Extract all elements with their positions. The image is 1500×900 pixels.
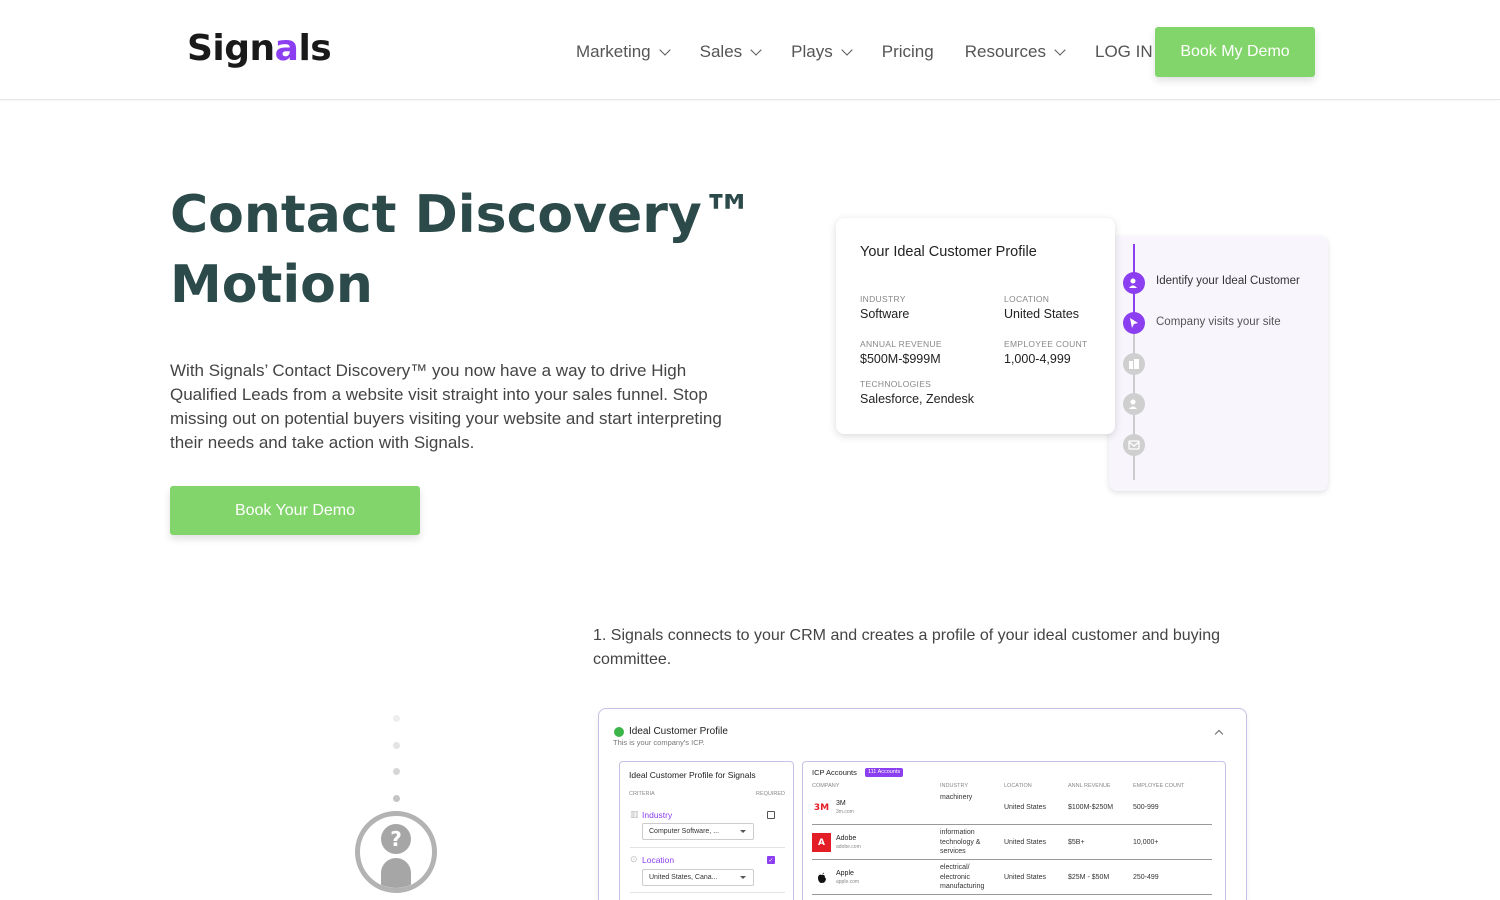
location-value: United States bbox=[1004, 307, 1080, 321]
technologies-value: Salesforce, Zendesk bbox=[860, 392, 974, 406]
nav-plays[interactable]: Plays bbox=[791, 42, 853, 62]
employee-count-label: EMPLOYEE COUNT bbox=[1004, 339, 1088, 349]
required-column-header: REQUIRED bbox=[756, 791, 786, 797]
location-required-checkbox[interactable]: ✓ bbox=[767, 856, 775, 864]
column-header: INDUSTRY bbox=[940, 783, 969, 789]
column-header: EMPLOYEE COUNT bbox=[1133, 783, 1185, 789]
book-your-demo-button[interactable]: Book Your Demo bbox=[170, 486, 420, 535]
building-icon: ▥ bbox=[630, 810, 639, 820]
nav-login[interactable]: LOG IN bbox=[1095, 42, 1153, 62]
timeline-step-label: Company visits your site bbox=[1156, 316, 1281, 328]
page-title: Contact Discovery™ Motion bbox=[170, 185, 754, 315]
industry-select[interactable]: Computer Software, ... bbox=[642, 823, 754, 840]
building-icon bbox=[1123, 353, 1145, 375]
location-select[interactable]: United States, Cana... bbox=[642, 869, 754, 886]
timeline-step-label: Identify your Ideal Customer bbox=[1156, 275, 1300, 287]
chevron-up-icon[interactable] bbox=[1214, 729, 1224, 739]
mail-icon bbox=[1123, 434, 1145, 456]
nav-marketing[interactable]: Marketing bbox=[576, 42, 671, 62]
location-pin-icon: ⊙ bbox=[630, 855, 638, 865]
industry-value: Software bbox=[860, 307, 910, 321]
table-row[interactable]: Apple apple.com electrical/ electronic m… bbox=[812, 860, 1212, 895]
revenue-label: ANNUAL REVENUE bbox=[860, 339, 942, 349]
step-1-text: 1. Signals connects to your CRM and crea… bbox=[593, 627, 1220, 668]
nav-sales[interactable]: Sales bbox=[700, 42, 762, 62]
timeline-panel: Identify your Ideal Customer Company vis… bbox=[1109, 236, 1328, 491]
location-label: LOCATION bbox=[1004, 294, 1050, 304]
icp-card: Your Ideal Customer Profile INDUSTRY Sof… bbox=[836, 218, 1115, 434]
column-header: COMPANY bbox=[812, 783, 840, 789]
criteria-title: Ideal Customer Profile for Signals bbox=[629, 770, 756, 780]
chevron-down-icon bbox=[841, 43, 853, 56]
chevron-down-icon bbox=[750, 43, 762, 56]
column-header: LOCATION bbox=[1004, 783, 1032, 789]
icp-accounts-panel: ICP Accounts 111 Accounts COMPANY INDUST… bbox=[802, 761, 1226, 900]
3m-logo: 3M bbox=[813, 802, 830, 813]
progress-dot bbox=[393, 768, 400, 775]
app-subtitle: This is your company's ICP. bbox=[613, 738, 705, 747]
column-header: ANNL REVENUE bbox=[1068, 783, 1111, 789]
progress-dot bbox=[393, 715, 400, 722]
caret-down-icon bbox=[740, 830, 746, 833]
icp-card-title: Your Ideal Customer Profile bbox=[860, 244, 1037, 260]
industry-required-checkbox[interactable] bbox=[767, 811, 775, 819]
revenue-value: $500M-$999M bbox=[860, 352, 941, 366]
check-circle-icon bbox=[614, 727, 624, 737]
hero-description: With Signals’ Contact Discovery™ you now… bbox=[170, 361, 722, 452]
criteria-column-header: CRITERIA bbox=[629, 791, 655, 797]
main-nav: Marketing Sales Plays Pricing Resources … bbox=[560, 27, 1153, 77]
nav-resources[interactable]: Resources bbox=[965, 42, 1066, 62]
site-header: Sign a ls Marketing Sales Plays Pricing Re… bbox=[0, 0, 1500, 100]
progress-dot bbox=[393, 742, 400, 749]
user-search-icon bbox=[1123, 272, 1145, 294]
accounts-count-badge: 111 Accounts bbox=[865, 768, 904, 777]
industry-label: INDUSTRY bbox=[860, 294, 906, 304]
icp-app-screenshot: Ideal Customer Profile This is your comp… bbox=[598, 708, 1247, 900]
criteria-panel: Ideal Customer Profile for Signals CRITE… bbox=[619, 761, 794, 900]
apple-logo bbox=[812, 868, 831, 887]
caret-down-icon bbox=[740, 876, 746, 879]
progress-dot bbox=[393, 795, 400, 802]
cursor-icon bbox=[1123, 312, 1145, 334]
criteria-industry: Industry bbox=[642, 810, 673, 820]
table-row[interactable]: A Adobe adobe.com information technology… bbox=[812, 825, 1212, 860]
unknown-user-icon: ? bbox=[355, 811, 437, 893]
user-search-icon bbox=[1123, 393, 1145, 415]
table-row[interactable]: 3M 3M 3m.com machinery United States $10… bbox=[812, 790, 1212, 825]
app-title: Ideal Customer Profile bbox=[629, 726, 728, 737]
accounts-title: ICP Accounts bbox=[812, 768, 857, 777]
chevron-down-icon bbox=[658, 43, 671, 56]
criteria-location: Location bbox=[642, 855, 675, 865]
adobe-logo: A bbox=[812, 833, 831, 852]
signals-logo[interactable]: Sign a ls bbox=[187, 26, 332, 70]
chevron-down-icon bbox=[1054, 43, 1066, 56]
nav-pricing[interactable]: Pricing bbox=[882, 42, 934, 62]
book-my-demo-button[interactable]: Book My Demo bbox=[1155, 27, 1315, 77]
technologies-label: TECHNOLOGIES bbox=[860, 379, 932, 389]
employee-count-value: 1,000-4,999 bbox=[1004, 352, 1071, 366]
